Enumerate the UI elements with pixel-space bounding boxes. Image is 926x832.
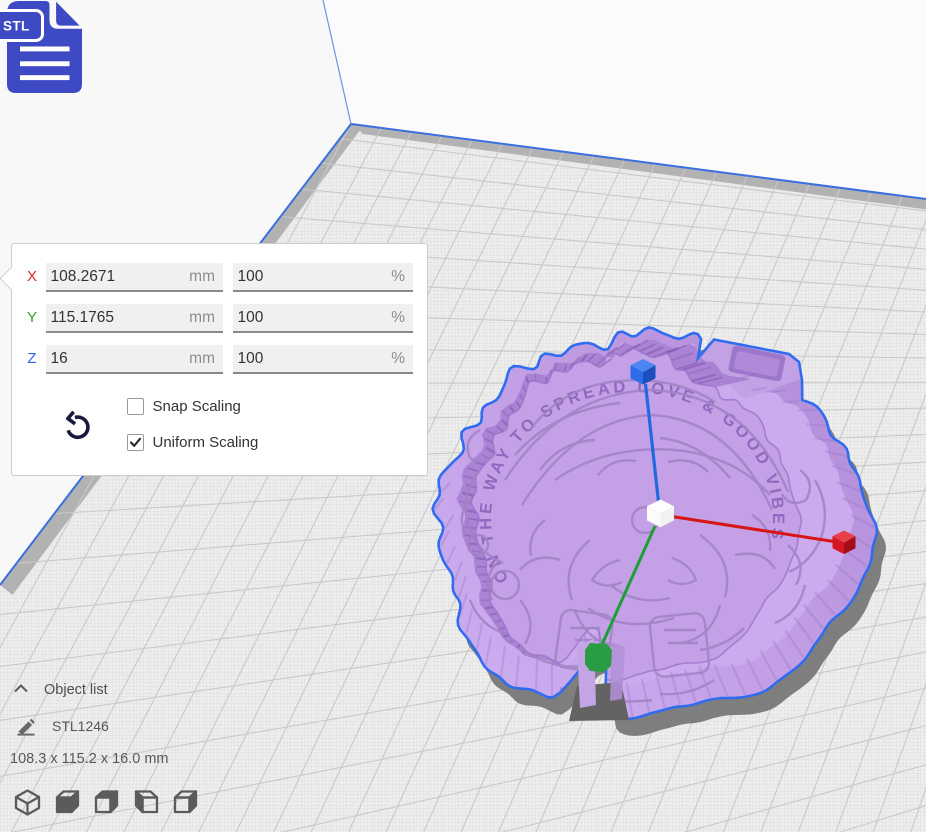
svg-text:STL: STL — [3, 19, 30, 34]
